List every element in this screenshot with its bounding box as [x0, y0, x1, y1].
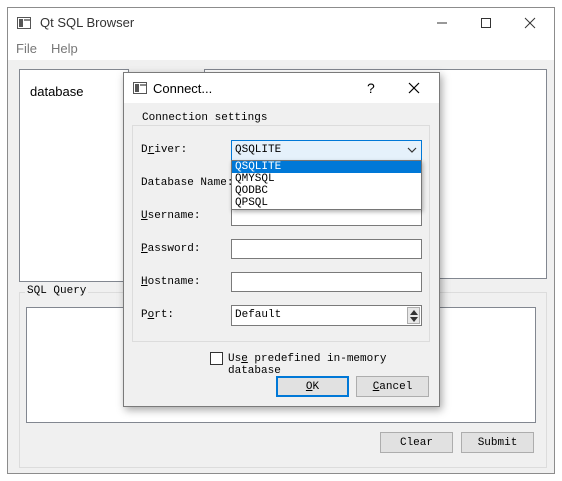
main-titlebar[interactable]: Qt SQL Browser [8, 8, 554, 38]
dialog-close-icon[interactable] [407, 81, 421, 98]
database-tree[interactable]: database [19, 69, 129, 282]
database-name-label: Database Name: [141, 177, 234, 189]
dialog-title: Connect... [153, 81, 213, 96]
driver-option-qodbc[interactable]: QODBC [232, 185, 421, 197]
port-stepper[interactable] [407, 307, 420, 324]
password-label: Password: [141, 243, 201, 255]
port-value: Default [235, 309, 282, 321]
port-label: Port: [141, 309, 175, 321]
in-memory-checkbox[interactable] [210, 352, 223, 365]
menu-file[interactable]: File [16, 41, 37, 56]
driver-option-qsqlite[interactable]: QSQLITE [232, 161, 421, 173]
sql-query-label: SQL Query [25, 285, 89, 297]
submit-button[interactable]: Submit [461, 432, 534, 453]
stepper-down-icon[interactable] [410, 317, 418, 322]
driver-dropdown-list[interactable]: QSQLITE QMYSQL QODBC QPSQL [231, 160, 422, 210]
minimize-icon[interactable] [422, 9, 462, 37]
clear-button[interactable]: Clear [380, 432, 453, 453]
connection-settings-label: Connection settings [140, 112, 270, 124]
window-title: Qt SQL Browser [40, 15, 135, 30]
port-spinbox[interactable]: Default [231, 305, 422, 326]
maximize-icon[interactable] [466, 9, 506, 37]
tree-item-database[interactable]: database [30, 84, 84, 99]
driver-combobox[interactable]: QSQLITE [231, 140, 422, 161]
connect-dialog: Connect... ? Connection settings Driver:… [123, 72, 440, 407]
stepper-up-icon[interactable] [410, 310, 418, 315]
app-icon [17, 17, 31, 29]
username-label: Username: [141, 210, 201, 222]
driver-selected-value: QSQLITE [235, 144, 282, 156]
dialog-titlebar[interactable]: Connect... ? [124, 73, 439, 103]
menubar: File Help [8, 38, 554, 60]
ok-button[interactable]: OK [276, 376, 349, 397]
driver-option-qmysql[interactable]: QMYSQL [232, 173, 421, 185]
driver-option-qpsql[interactable]: QPSQL [232, 197, 421, 209]
in-memory-checkbox-label[interactable]: Use predefined in-memory database [228, 353, 439, 377]
close-icon[interactable] [510, 9, 550, 37]
dialog-app-icon [133, 82, 147, 94]
hostname-label: Hostname: [141, 276, 201, 288]
help-icon[interactable]: ? [367, 80, 375, 96]
hostname-field[interactable] [231, 272, 422, 292]
cancel-button[interactable]: Cancel [356, 376, 429, 397]
password-field[interactable] [231, 239, 422, 259]
chevron-down-icon[interactable] [407, 147, 417, 154]
menu-help[interactable]: Help [51, 41, 78, 56]
driver-label: Driver: [141, 144, 188, 156]
